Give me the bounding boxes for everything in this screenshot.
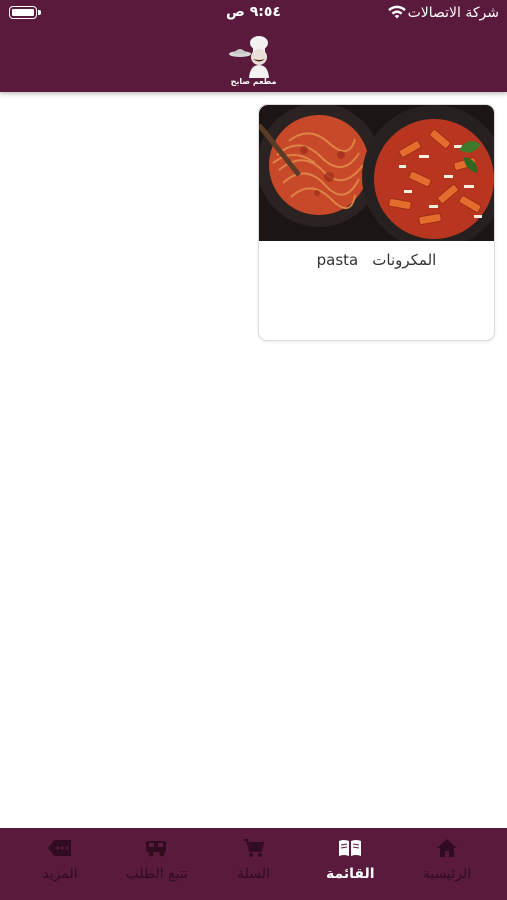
clock: ٩:٥٤ ص: [226, 4, 281, 20]
nav-label-cart: السلة: [237, 866, 270, 882]
home-icon: [437, 839, 457, 857]
category-card-pasta[interactable]: pasta المكرونات: [258, 104, 495, 341]
nav-item-cart[interactable]: السلة: [208, 836, 300, 900]
nav-label-menu: القائمة: [325, 866, 375, 882]
nav-label-home: الرئيسية: [422, 866, 472, 882]
delivery-truck-icon: [145, 841, 166, 857]
battery-icon: [9, 6, 41, 19]
category-title: pasta المكرونات: [259, 251, 494, 269]
nav-label-track-order: تتبع الطلب: [125, 866, 188, 882]
nav-label-more: المزيد: [42, 866, 78, 882]
nav-item-home[interactable]: الرئيسية: [401, 836, 493, 900]
chef-logo-icon: [228, 36, 269, 78]
logo-text: مطعم صابح: [230, 77, 277, 86]
status-bar: شركة الاتصالات ٩:٥٤ ص: [0, 0, 507, 30]
bottom-navigation: الرئيسية القائمة السلة تتبع الطلب المزيد: [0, 828, 507, 900]
carrier-name: شركة الاتصالات: [407, 5, 499, 21]
pasta-dishes-image: [259, 105, 494, 241]
restaurant-logo[interactable]: مطعم صابح: [226, 34, 282, 88]
menu-book-icon: [339, 840, 362, 856]
nav-item-track-order[interactable]: تتبع الطلب: [111, 836, 203, 900]
category-name-en: pasta: [316, 251, 359, 269]
nav-item-menu[interactable]: القائمة: [304, 836, 396, 900]
more-tag-icon: [48, 840, 71, 856]
nav-item-more[interactable]: المزيد: [14, 836, 106, 900]
app-header: شركة الاتصالات ٩:٥٤ ص مطعم صابح: [0, 0, 507, 92]
cart-icon: [243, 839, 264, 857]
category-name-ar: المكرونات: [372, 251, 437, 269]
wifi-icon: [388, 5, 406, 19]
category-grid: pasta المكرونات: [0, 92, 507, 828]
